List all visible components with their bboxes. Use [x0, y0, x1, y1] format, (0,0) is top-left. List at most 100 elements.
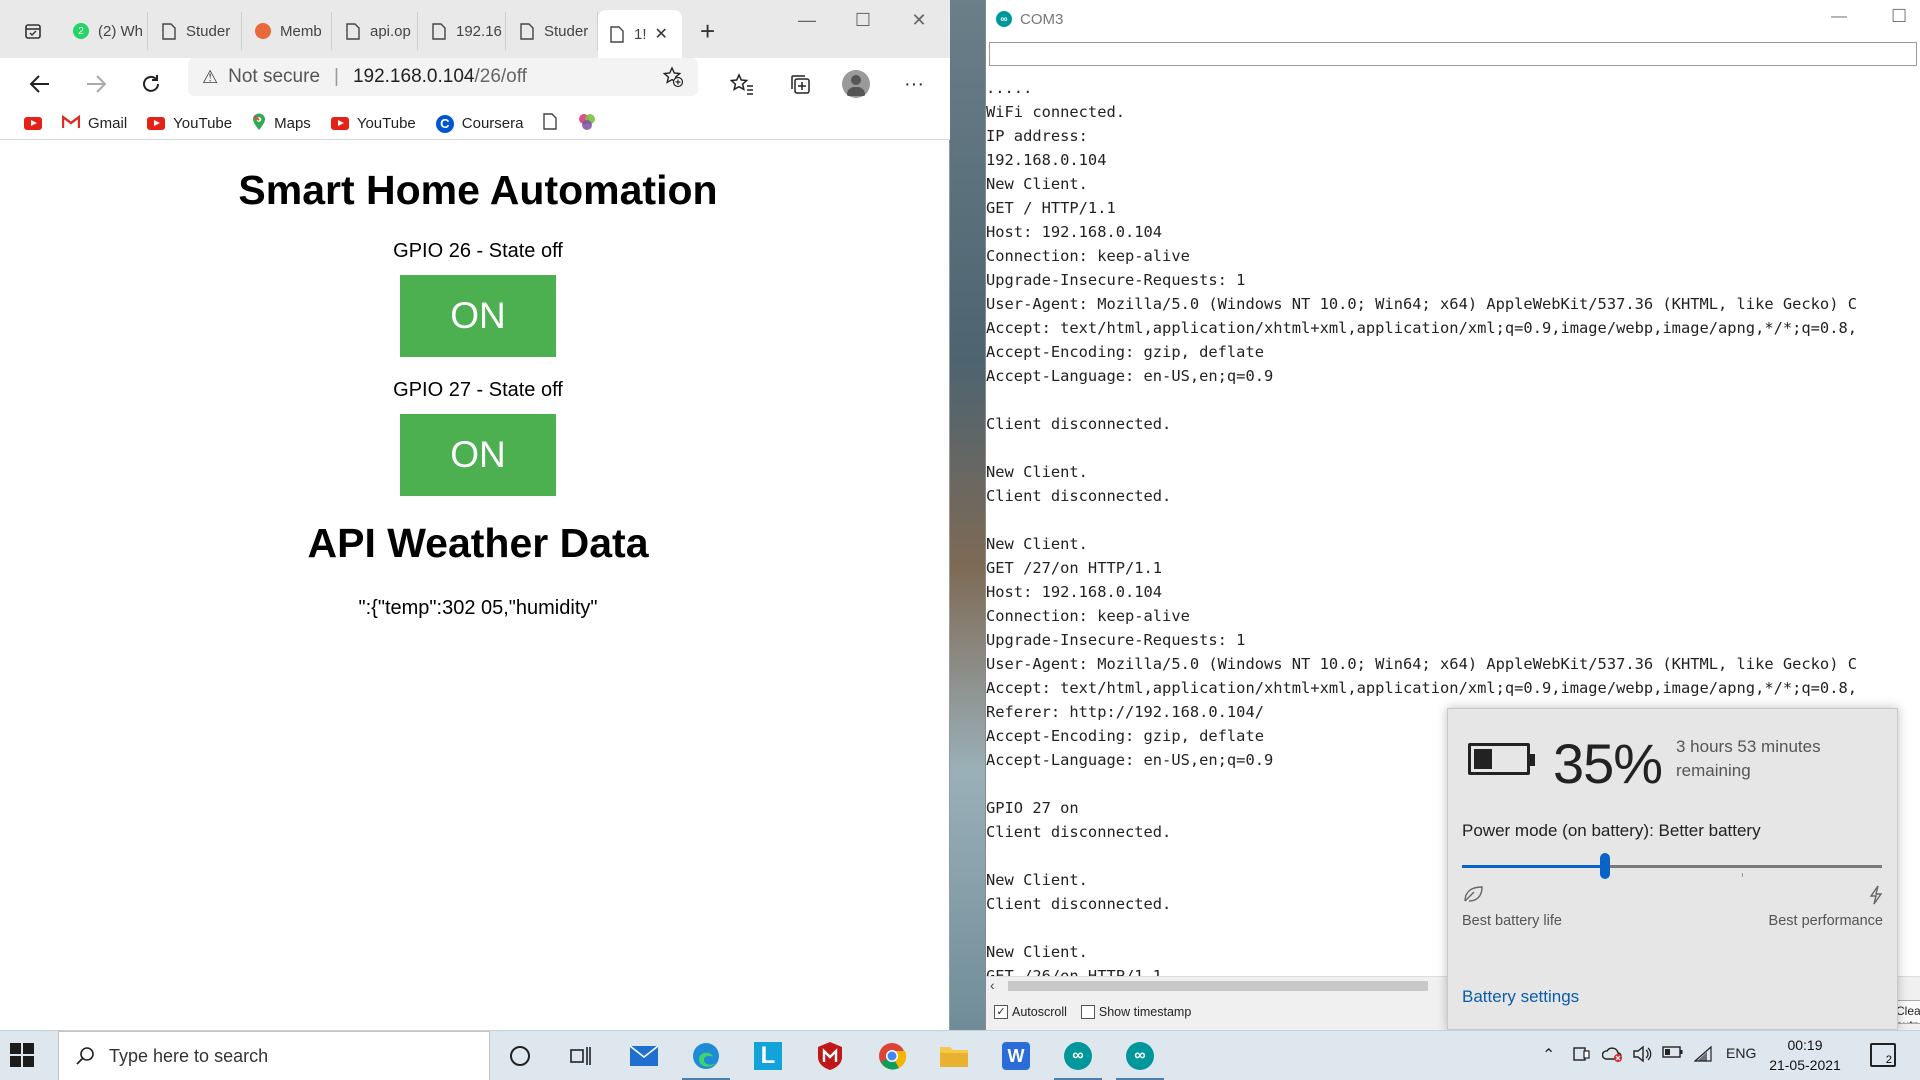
- wifi-icon[interactable]: [1693, 1045, 1714, 1068]
- power-mode-slider-fill: [1462, 865, 1605, 868]
- taskbar-l-app[interactable]: L: [738, 1031, 798, 1080]
- close-window-button[interactable]: ✕: [894, 8, 944, 32]
- new-tab-button[interactable]: +: [690, 12, 726, 50]
- scroll-left-icon[interactable]: ‹: [990, 977, 995, 993]
- battery-settings-link[interactable]: Battery settings: [1462, 987, 1579, 1007]
- bookmark-gmail[interactable]: Gmail: [61, 114, 127, 133]
- add-favorite-icon[interactable]: [662, 66, 684, 94]
- tab-active[interactable]: 1! ✕: [598, 10, 682, 58]
- taskbar-chrome[interactable]: [862, 1031, 922, 1080]
- tab-student-2[interactable]: Studer: [508, 12, 598, 50]
- gpio27-on-button[interactable]: ON: [400, 414, 556, 496]
- serial-line: New Client.: [986, 535, 1088, 553]
- profile-button[interactable]: [840, 68, 872, 100]
- taskbar-search[interactable]: Type here to search: [58, 1031, 490, 1080]
- favorites-icon: [730, 73, 753, 95]
- favorites-button[interactable]: [726, 68, 758, 100]
- timestamp-checkbox-box[interactable]: [1080, 1005, 1095, 1019]
- taskbar-file-explorer[interactable]: [924, 1031, 984, 1080]
- refresh-button[interactable]: [135, 68, 167, 100]
- tab-label: (2) Wh: [98, 22, 143, 40]
- windows-logo-icon: [10, 1043, 21, 1054]
- serial-line: New Client.: [986, 175, 1088, 193]
- task-view-button[interactable]: [550, 1031, 610, 1080]
- close-tab-icon[interactable]: ✕: [655, 24, 668, 44]
- taskbar-mcafee[interactable]: [800, 1031, 860, 1080]
- taskbar-edge[interactable]: [676, 1031, 736, 1080]
- taskbar-mail[interactable]: [614, 1031, 674, 1080]
- autoscroll-checkbox[interactable]: ✓ Autoscroll: [994, 1005, 1067, 1019]
- windows-logo-part: [23, 1056, 34, 1067]
- action-center-button[interactable]: 2: [1870, 1043, 1896, 1067]
- minimize-button[interactable]: —: [1831, 8, 1847, 26]
- tab-whatsapp[interactable]: 2 (2) Wh: [62, 12, 148, 50]
- bookmark-label: Coursera: [461, 115, 524, 132]
- collections-button[interactable]: [784, 68, 816, 100]
- battery-tip: [1530, 754, 1535, 766]
- gmail-icon: [61, 114, 81, 133]
- serial-line: Accept-Encoding: gzip, deflate: [986, 343, 1264, 361]
- more-icon: ···: [904, 72, 924, 95]
- start-button[interactable]: [10, 1043, 34, 1067]
- address-separator: |: [334, 66, 339, 87]
- web-page-content: Smart Home Automation GPIO 26 - State of…: [6, 141, 950, 1030]
- tab-actions-button[interactable]: [14, 12, 56, 50]
- scroll-thumb[interactable]: [1008, 981, 1428, 991]
- youtube-icon: [147, 117, 166, 130]
- tab-student-1[interactable]: Studer: [150, 12, 242, 50]
- forward-button[interactable]: [80, 68, 112, 100]
- page-icon: [543, 113, 558, 134]
- battery-tray-icon[interactable]: [1662, 1045, 1684, 1064]
- onedrive-error-icon[interactable]: [1601, 1045, 1624, 1068]
- tab-label: api.op: [370, 22, 411, 40]
- minimize-button[interactable]: —: [782, 8, 832, 32]
- battery-level-fill: [1474, 749, 1492, 769]
- youtube-icon: [330, 117, 349, 130]
- bookmark-app[interactable]: [577, 112, 597, 136]
- gpio26-on-button[interactable]: ON: [400, 275, 556, 357]
- task-view-icon: [570, 1047, 591, 1065]
- serial-line: User-Agent: Mozilla/5.0 (Windows NT 10.0…: [986, 655, 1857, 673]
- serial-port-title: COM3: [1020, 10, 1064, 28]
- maximize-button[interactable]: ☐: [838, 8, 888, 32]
- mail-icon: [629, 1045, 659, 1066]
- cortana-button[interactable]: [490, 1031, 550, 1080]
- tray-device-icon[interactable]: [1572, 1045, 1590, 1068]
- system-clock[interactable]: 00:19 21-05-2021: [1760, 1035, 1850, 1075]
- maximize-button[interactable]: ☐: [1891, 6, 1907, 27]
- bookmark-page[interactable]: [543, 113, 558, 134]
- tab-ip[interactable]: 192.16: [420, 12, 506, 50]
- refresh-icon: [143, 75, 159, 92]
- address-bar[interactable]: ⚠ Not secure | 192.168.0.104/26/off: [188, 58, 698, 96]
- serial-line: Host: 192.168.0.104: [986, 583, 1163, 601]
- taskbar-arduino-1[interactable]: ∞: [1048, 1031, 1108, 1080]
- w-app-icon: W: [1002, 1042, 1030, 1070]
- search-placeholder: Type here to search: [109, 1045, 269, 1066]
- bookmark-label: Maps: [274, 115, 311, 132]
- clock-time: 00:19: [1787, 1037, 1823, 1053]
- bookmark-coursera[interactable]: C Coursera: [435, 114, 524, 133]
- back-button[interactable]: [24, 68, 56, 100]
- bookmark-youtube-icon-only[interactable]: [24, 117, 42, 130]
- taskbar-arduino-2[interactable]: ∞: [1110, 1031, 1170, 1080]
- tab-api[interactable]: api.op: [334, 12, 418, 50]
- bookmark-maps[interactable]: Maps: [252, 113, 311, 135]
- serial-line: New Client.: [986, 463, 1088, 481]
- more-menu-button[interactable]: ···: [898, 68, 930, 100]
- power-mode-slider-thumb[interactable]: [1600, 853, 1610, 879]
- taskbar-word-app[interactable]: W: [986, 1031, 1046, 1080]
- language-indicator[interactable]: ENG: [1726, 1045, 1756, 1061]
- tab-members[interactable]: Memb: [244, 12, 332, 50]
- url-path: /26/off: [474, 66, 527, 87]
- autoscroll-label: Autoscroll: [1012, 1005, 1067, 1019]
- timestamp-checkbox[interactable]: Show timestamp: [1080, 1005, 1191, 1019]
- show-hidden-icons-button[interactable]: ⌃: [1542, 1045, 1555, 1065]
- volume-icon[interactable]: [1632, 1045, 1652, 1068]
- bookmark-youtube-2[interactable]: YouTube: [330, 115, 416, 132]
- power-mode-slider[interactable]: [1462, 853, 1882, 879]
- battery-remaining: 3 hours 53 minutes remaining: [1676, 737, 1821, 780]
- serial-send-input[interactable]: [989, 42, 1917, 66]
- bookmark-youtube[interactable]: YouTube: [147, 115, 232, 132]
- autoscroll-checkbox-box[interactable]: ✓: [994, 1005, 1008, 1019]
- collections-icon: [791, 75, 810, 94]
